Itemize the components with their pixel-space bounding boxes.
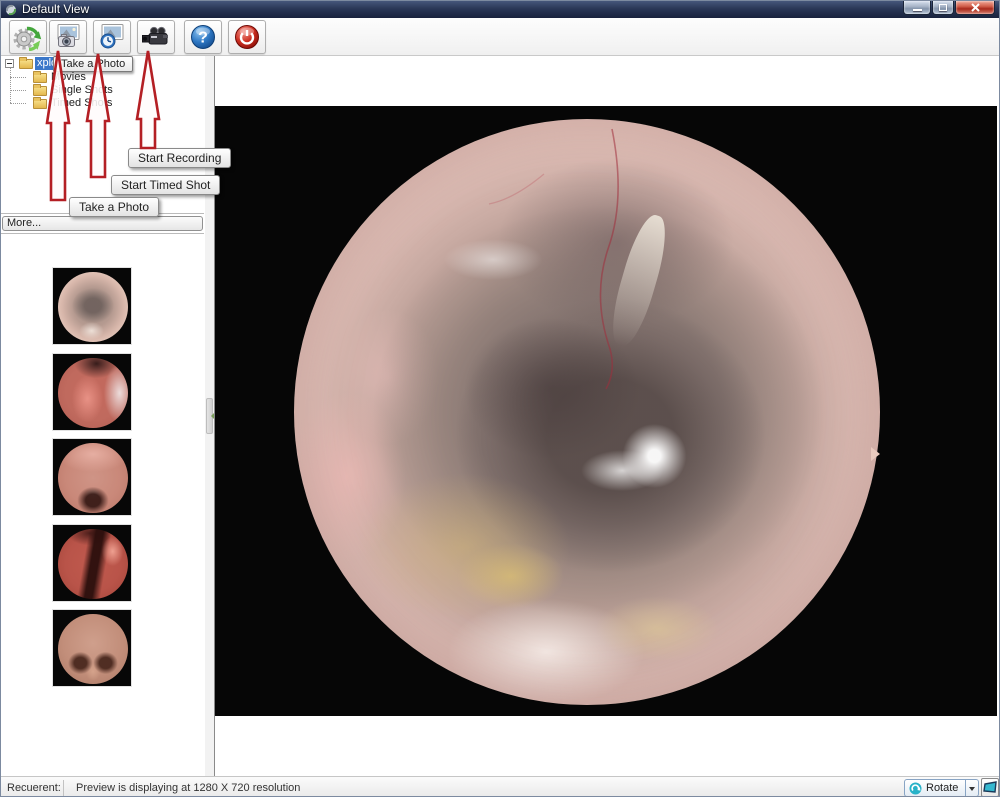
status-divider bbox=[63, 780, 64, 796]
callout-start-recording: Start Recording bbox=[128, 148, 231, 168]
live-preview-area bbox=[215, 106, 997, 716]
status-field-label: Recuerent: bbox=[7, 782, 61, 794]
callout-take-a-photo: Take a Photo bbox=[69, 197, 159, 217]
thumbnail-image bbox=[58, 614, 128, 684]
maximize-icon bbox=[939, 4, 947, 11]
blood-vessel-line bbox=[294, 119, 880, 705]
help-button[interactable]: ? bbox=[184, 20, 222, 54]
window-title: Default View bbox=[22, 1, 89, 18]
tree-item-label: Single Shots bbox=[49, 84, 115, 97]
tree-item-single-shots[interactable]: Single Shots bbox=[1, 84, 201, 97]
app-logo-icon bbox=[5, 4, 17, 16]
hover-tooltip: Take a Photo bbox=[53, 56, 133, 72]
rotate-dropdown-button[interactable] bbox=[966, 779, 979, 797]
canal-edge-protrusion bbox=[871, 447, 887, 461]
close-icon bbox=[971, 3, 980, 12]
tree-item-timed-shots[interactable]: Timed Shots bbox=[1, 97, 201, 110]
rotate-label: Rotate bbox=[926, 782, 958, 794]
main-panel bbox=[214, 56, 996, 776]
display-toggle-button[interactable] bbox=[981, 778, 999, 797]
nasal-passage-thumbnail[interactable] bbox=[52, 353, 132, 431]
minimize-button[interactable] bbox=[903, 1, 931, 15]
folder-icon bbox=[33, 99, 47, 109]
thumbnail-image bbox=[58, 358, 128, 428]
larynx-thumbnail[interactable] bbox=[52, 438, 132, 516]
otoscope-eardrum-image bbox=[294, 119, 880, 705]
thumbnail-panel bbox=[1, 233, 204, 776]
minimize-icon bbox=[913, 9, 922, 11]
power-exit-button[interactable] bbox=[228, 20, 266, 54]
folder-icon bbox=[19, 59, 33, 69]
rotate-button[interactable]: Rotate bbox=[904, 779, 966, 797]
folder-icon bbox=[33, 73, 47, 83]
maximize-button[interactable] bbox=[932, 1, 954, 15]
folder-icon bbox=[33, 86, 47, 96]
photo-clock-icon bbox=[97, 23, 127, 51]
rotate-icon bbox=[909, 782, 922, 795]
thumbnail-image bbox=[58, 529, 128, 599]
toolbar: ? bbox=[1, 18, 1000, 56]
help-icon: ? bbox=[188, 23, 218, 51]
power-icon bbox=[232, 23, 262, 51]
vallecula-thumbnail[interactable] bbox=[52, 609, 132, 687]
window-controls bbox=[903, 1, 995, 15]
close-button[interactable] bbox=[955, 1, 995, 15]
status-message: Preview is displaying at 1280 X 720 reso… bbox=[76, 782, 300, 794]
take-photo-button[interactable] bbox=[49, 20, 87, 54]
title-bar: Default View bbox=[1, 1, 1000, 18]
settings-button[interactable] bbox=[9, 20, 47, 54]
start-recording-button[interactable] bbox=[137, 20, 175, 54]
photo-camera-icon bbox=[53, 23, 83, 51]
svg-text:?: ? bbox=[198, 30, 208, 47]
display-icon bbox=[982, 779, 998, 796]
app-window: Default View bbox=[0, 0, 1000, 797]
video-camera-icon bbox=[141, 23, 171, 51]
more-button[interactable]: More... bbox=[2, 216, 203, 231]
thumbnail-image bbox=[58, 443, 128, 513]
tree-item-movies[interactable]: Movies bbox=[1, 71, 201, 84]
thumbnail-image bbox=[58, 272, 128, 342]
timed-shot-button[interactable] bbox=[93, 20, 131, 54]
splitter-collapse-handle[interactable] bbox=[206, 398, 213, 434]
tree-item-label: Movies bbox=[49, 71, 88, 84]
gear-refresh-icon bbox=[13, 23, 43, 51]
status-bar: Recuerent: Preview is displaying at 1280… bbox=[1, 776, 1000, 797]
eardrum-thumbnail[interactable] bbox=[52, 267, 132, 345]
tree-item-label: Timed Shots bbox=[49, 97, 114, 110]
callout-start-timed-shot: Start Timed Shot bbox=[111, 175, 220, 195]
nasal-slit-thumbnail[interactable] bbox=[52, 524, 132, 602]
